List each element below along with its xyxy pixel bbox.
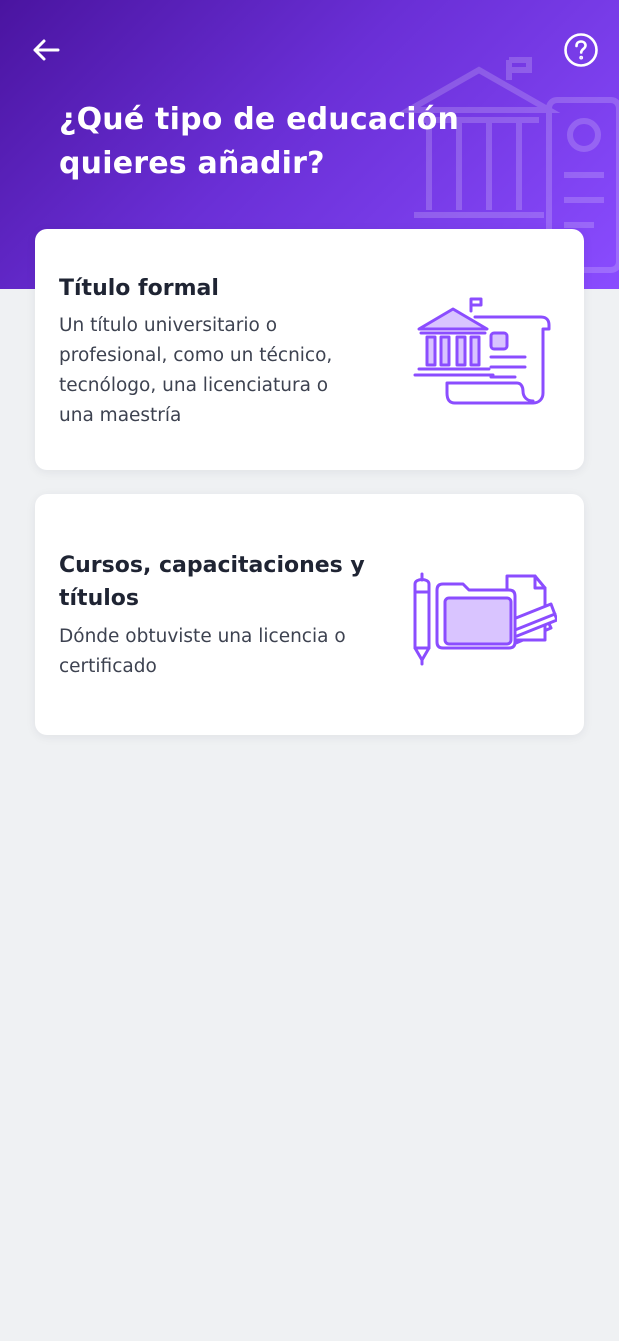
help-button[interactable] bbox=[562, 31, 600, 69]
option-card-courses[interactable]: Cursos, capacitaciones y títulos Dónde o… bbox=[35, 494, 584, 735]
card-title: Cursos, capacitaciones y títulos bbox=[59, 553, 365, 611]
page-title: ¿Qué tipo de educación quieres añadir? bbox=[59, 102, 460, 181]
help-circle-icon bbox=[564, 33, 598, 67]
card-description: Dónde obtuviste una licencia o certifica… bbox=[59, 626, 346, 677]
card-description: Un título universitario o profesional, c… bbox=[59, 315, 333, 426]
university-diploma-illustration-icon bbox=[413, 297, 551, 405]
option-card-formal-degree[interactable]: Título formal Un título universitario o … bbox=[35, 229, 584, 470]
card-title: Título formal bbox=[59, 276, 219, 301]
back-button[interactable] bbox=[26, 30, 66, 70]
arrow-left-icon bbox=[33, 39, 60, 61]
folder-documents-pen-illustration-icon bbox=[413, 572, 557, 666]
